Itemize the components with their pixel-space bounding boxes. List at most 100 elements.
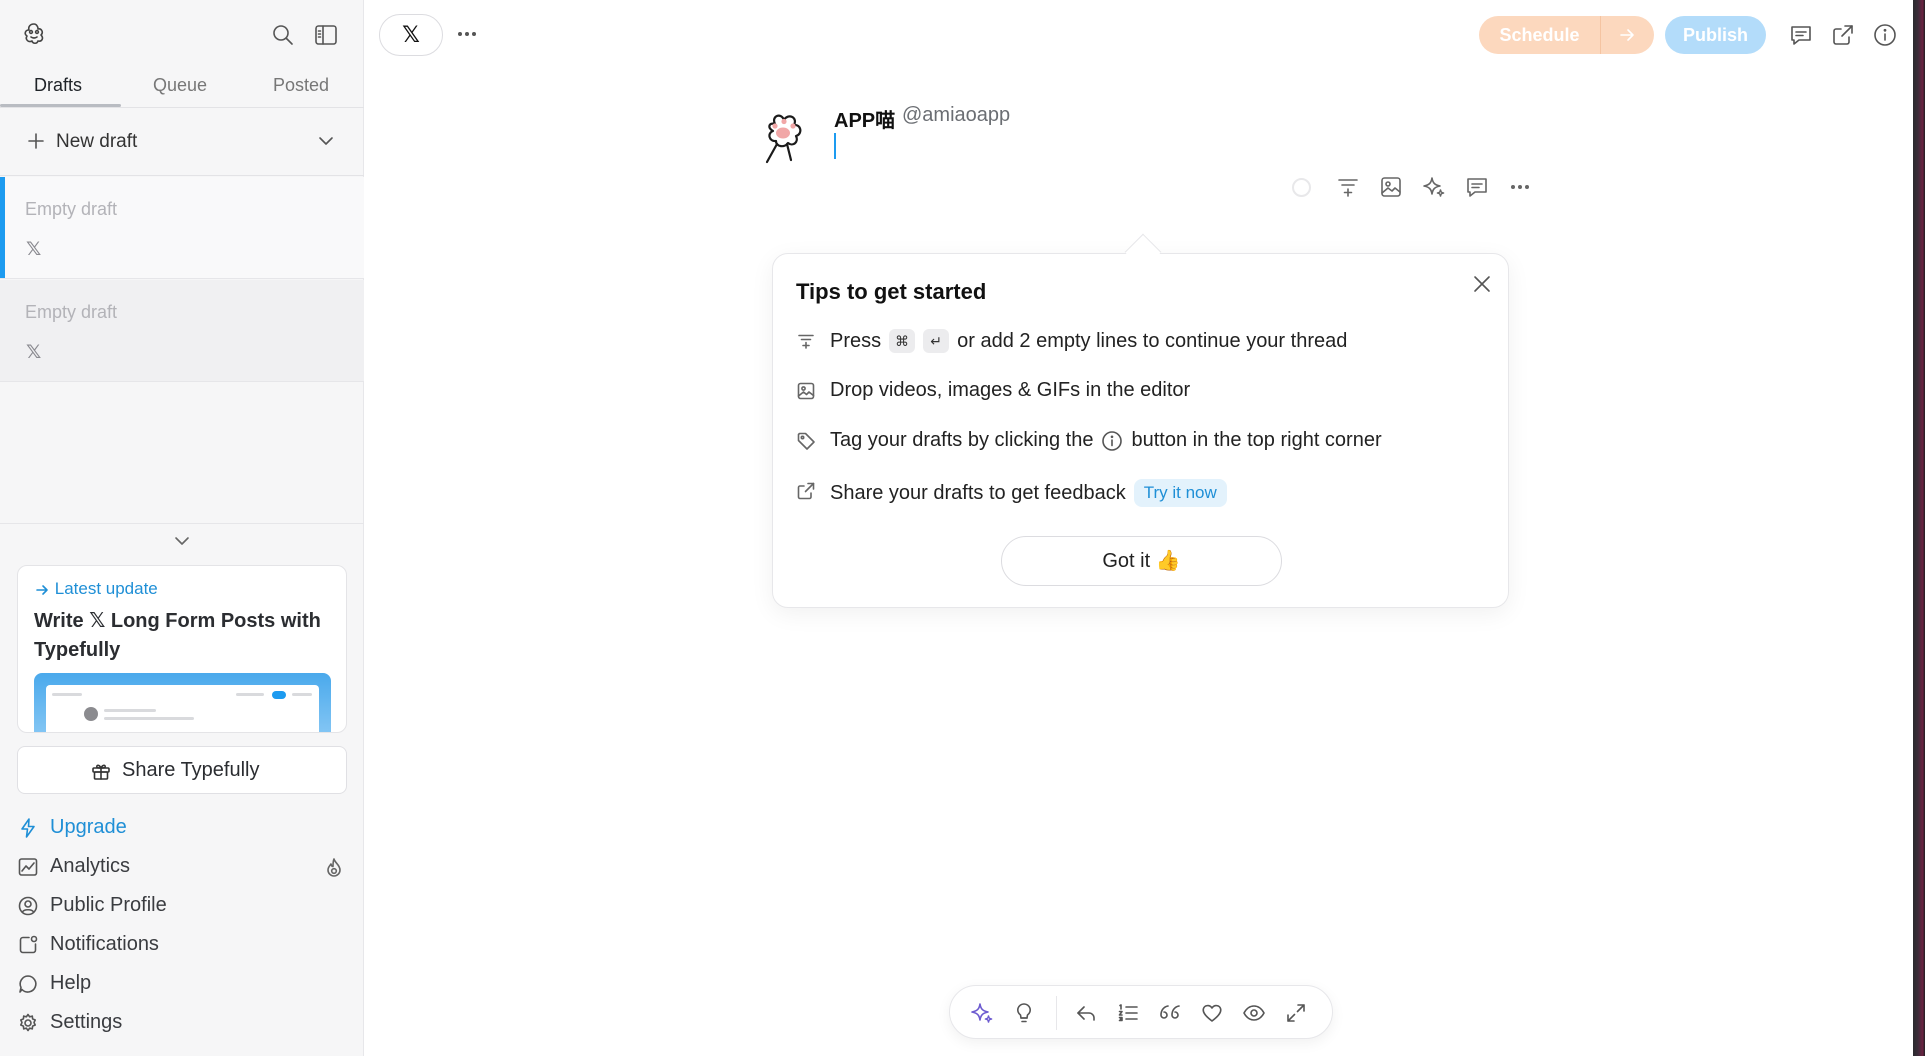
- info-icon[interactable]: [1872, 22, 1898, 48]
- preview-line: [236, 693, 264, 696]
- latest-update-card[interactable]: Latest update Write 𝕏 Long Form Posts wi…: [17, 565, 347, 733]
- lightning-icon: [17, 817, 39, 839]
- nav-upgrade[interactable]: Upgrade: [0, 811, 364, 845]
- tip-thread: Press ⌘ ↵ or add 2 empty lines to contin…: [796, 326, 1496, 356]
- share-typefully-button[interactable]: Share Typefully: [17, 746, 347, 794]
- nav-analytics[interactable]: Analytics: [0, 850, 364, 884]
- close-icon[interactable]: [1470, 272, 1494, 296]
- tab-drafts[interactable]: Drafts: [34, 75, 82, 96]
- split-thread-icon: [796, 331, 816, 351]
- comments-icon[interactable]: [1788, 22, 1814, 48]
- nav-notifications-label: Notifications: [50, 933, 159, 955]
- nav-public-profile[interactable]: Public Profile: [0, 889, 364, 923]
- schedule-separator: [1600, 16, 1601, 54]
- expand-icon[interactable]: [1284, 1001, 1308, 1025]
- arrow-right-icon: [34, 582, 50, 598]
- heart-icon[interactable]: [1200, 1001, 1224, 1025]
- arrow-right-icon[interactable]: [1617, 25, 1637, 45]
- image-icon[interactable]: [1378, 174, 1404, 200]
- nav-analytics-label: Analytics: [50, 855, 131, 877]
- enter-key: ↵: [923, 329, 950, 353]
- chart-icon: [17, 856, 39, 878]
- character-count-ring: [1292, 178, 1311, 197]
- tip-tags: Tag your drafts by clicking the button i…: [796, 426, 1496, 456]
- sidebar-divider: [0, 523, 364, 524]
- more-options-icon[interactable]: [455, 24, 479, 44]
- numbered-list-icon[interactable]: [1116, 1001, 1140, 1025]
- tab-posted[interactable]: Posted: [273, 75, 329, 96]
- notification-icon: [17, 934, 39, 956]
- info-icon: [1101, 430, 1123, 452]
- schedule-button[interactable]: Schedule: [1479, 16, 1600, 54]
- account-handle: @amiaoapp: [902, 104, 1011, 126]
- quote-icon[interactable]: [1158, 1001, 1182, 1025]
- nav-settings[interactable]: Settings: [0, 1006, 364, 1040]
- tip-media: Drop videos, images & GIFs in the editor: [796, 376, 1496, 406]
- tip-thread-text: Press ⌘ ↵ or add 2 empty lines to contin…: [830, 329, 1347, 353]
- preview-line: [52, 693, 82, 696]
- draft-item[interactable]: Empty draft 𝕏: [0, 280, 364, 382]
- sidebar-toggle-icon[interactable]: [313, 22, 339, 48]
- tip-tags-text: Tag your drafts by clicking the button i…: [830, 429, 1382, 452]
- chevron-down-icon[interactable]: [316, 131, 336, 151]
- tip-share: Share your drafts to get feedback Try it…: [796, 476, 1496, 507]
- sidebar: Drafts Queue Posted New draft Empty draf…: [0, 0, 364, 1056]
- tips-title: Tips to get started: [796, 279, 987, 304]
- tip-thread-post: or add 2 empty lines to continue your th…: [957, 329, 1348, 352]
- bottom-toolbar: [949, 985, 1333, 1039]
- tip-thread-pre: Press: [830, 329, 882, 352]
- new-draft-label: New draft: [56, 131, 138, 152]
- search-icon[interactable]: [270, 22, 296, 48]
- nav-notifications[interactable]: Notifications: [0, 928, 364, 962]
- nav-help[interactable]: Help: [0, 967, 364, 1001]
- tip-media-text: Drop videos, images & GIFs in the editor: [830, 379, 1191, 401]
- new-draft-button[interactable]: New draft: [0, 108, 364, 176]
- more-options-icon[interactable]: [1507, 174, 1533, 200]
- typefully-logo-icon[interactable]: [20, 20, 48, 48]
- user-circle-icon: [17, 895, 39, 917]
- window-edge: [1913, 0, 1925, 1056]
- preview-avatar: [84, 707, 98, 721]
- nav-settings-label: Settings: [50, 1011, 123, 1033]
- eye-icon[interactable]: [1242, 1001, 1266, 1025]
- account-name: APP喵: [834, 110, 896, 132]
- latest-update-title: Write 𝕏 Long Form Posts with Typefully: [34, 610, 321, 661]
- draft-item[interactable]: Empty draft 𝕏: [0, 177, 364, 279]
- draft-title: Empty draft: [25, 199, 118, 219]
- image-icon: [796, 381, 816, 401]
- draft-title: Empty draft: [25, 302, 118, 322]
- nav-upgrade-label: Upgrade: [50, 816, 127, 838]
- try-it-now-button[interactable]: Try it now: [1133, 479, 1227, 507]
- preview-line: [104, 709, 156, 712]
- tips-popover: Tips to get started Press ⌘ ↵ or add 2 e…: [772, 253, 1509, 608]
- reply-icon[interactable]: [1074, 1001, 1098, 1025]
- lightbulb-icon[interactable]: [1012, 1001, 1036, 1025]
- split-thread-icon[interactable]: [1335, 174, 1361, 200]
- comment-icon[interactable]: [1464, 174, 1490, 200]
- tip-tags-pre: Tag your drafts by clicking the: [830, 429, 1094, 451]
- share-link-icon[interactable]: [1830, 22, 1856, 48]
- tab-queue[interactable]: Queue: [153, 75, 207, 96]
- got-it-button[interactable]: Got it 👍: [1001, 536, 1282, 586]
- text-cursor[interactable]: [834, 133, 836, 159]
- ai-sparkle-icon[interactable]: [970, 1001, 994, 1025]
- share-link-icon: [796, 481, 816, 501]
- chevron-down-icon[interactable]: [172, 534, 192, 550]
- sidebar-tabs: Drafts Queue Posted: [0, 70, 364, 108]
- x-platform-icon: 𝕏: [26, 239, 42, 260]
- avatar: [751, 104, 815, 168]
- gear-icon: [17, 1012, 39, 1034]
- ai-sparkle-icon[interactable]: [1421, 174, 1447, 200]
- tip-tags-post: button in the top right corner: [1131, 429, 1382, 451]
- publish-button[interactable]: Publish: [1665, 16, 1766, 54]
- cmd-key: ⌘: [889, 329, 916, 353]
- platform-selector-x[interactable]: 𝕏: [379, 14, 443, 56]
- preview-line: [104, 717, 194, 720]
- schedule-button-group: Schedule: [1479, 16, 1654, 54]
- update-preview-image: [34, 673, 331, 732]
- latest-update-kicker: Latest update: [34, 579, 158, 599]
- share-typefully-label: Share Typefully: [122, 759, 260, 781]
- preview-window: [46, 685, 319, 732]
- x-platform-icon: 𝕏: [26, 342, 42, 363]
- streak-flame-icon[interactable]: [322, 856, 346, 880]
